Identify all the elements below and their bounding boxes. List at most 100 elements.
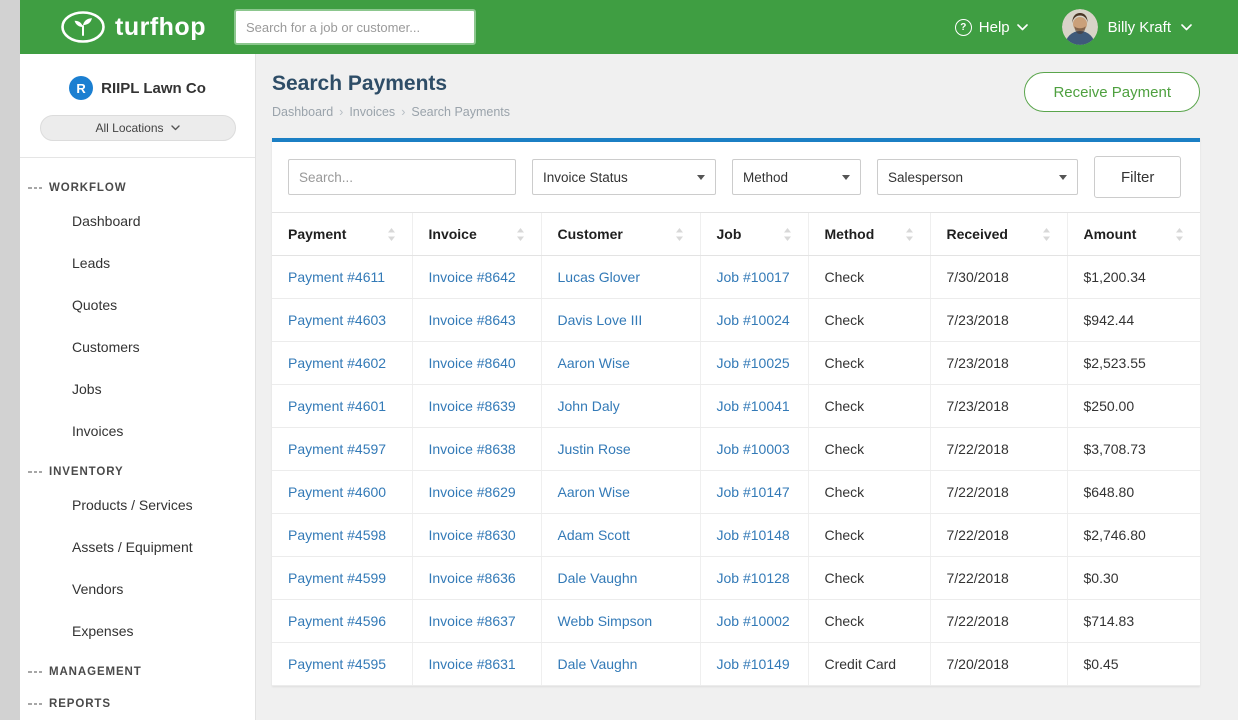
breadcrumb-dashboard[interactable]: Dashboard — [272, 105, 333, 119]
help-menu[interactable]: ? Help — [955, 19, 1028, 36]
invoice-link[interactable]: Invoice #8631 — [429, 656, 516, 672]
sidebar-item-assets-equipment[interactable]: Assets / Equipment — [20, 526, 255, 568]
job-link[interactable]: Job #10041 — [717, 398, 790, 414]
customer-link[interactable]: Dale Vaughn — [558, 656, 638, 672]
job-link[interactable]: Job #10147 — [717, 484, 790, 500]
customer-link[interactable]: Adam Scott — [558, 527, 630, 543]
received-cell: 7/23/2018 — [947, 312, 1009, 328]
invoice-link[interactable]: Invoice #8637 — [429, 613, 516, 629]
received-cell: 7/22/2018 — [947, 484, 1009, 500]
job-link[interactable]: Job #10149 — [717, 656, 790, 672]
breadcrumb: Dashboard › Invoices › Search Payments — [272, 105, 510, 119]
sidebar-item-dashboard[interactable]: Dashboard — [20, 200, 255, 242]
job-link[interactable]: Job #10024 — [717, 312, 790, 328]
received-cell: 7/23/2018 — [947, 398, 1009, 414]
invoice-link[interactable]: Invoice #8639 — [429, 398, 516, 414]
col-header-received[interactable]: Received — [930, 213, 1067, 256]
sidebar-item-jobs[interactable]: Jobs — [20, 368, 255, 410]
payment-link[interactable]: Payment #4603 — [288, 312, 386, 328]
nav-section-reports: REPORTS — [20, 684, 255, 716]
chevron-down-icon — [1017, 24, 1028, 31]
salesperson-select[interactable]: Salesperson — [877, 159, 1078, 195]
invoice-link[interactable]: Invoice #8630 — [429, 527, 516, 543]
sidebar-item-expenses[interactable]: Expenses — [20, 610, 255, 652]
topbar: turfhop ? Help — [20, 0, 1238, 54]
tree-dashes-icon — [28, 669, 42, 675]
user-name: Billy Kraft — [1108, 19, 1171, 36]
invoice-link[interactable]: Invoice #8629 — [429, 484, 516, 500]
job-link[interactable]: Job #10003 — [717, 441, 790, 457]
sort-icon — [1175, 228, 1184, 241]
method-cell: Check — [825, 269, 865, 285]
payments-card: Invoice Status Method Salesperson Filter — [272, 138, 1200, 686]
global-search-input[interactable] — [234, 9, 476, 45]
col-header-invoice[interactable]: Invoice — [412, 213, 541, 256]
table-search-input[interactable] — [288, 159, 516, 195]
tree-dashes-icon — [28, 469, 42, 475]
col-header-payment[interactable]: Payment — [272, 213, 412, 256]
sidebar-item-vendors[interactable]: Vendors — [20, 568, 255, 610]
payment-link[interactable]: Payment #4602 — [288, 355, 386, 371]
method-select[interactable]: Method — [732, 159, 861, 195]
customer-link[interactable]: Aaron Wise — [558, 484, 630, 500]
sidebar-item-customers[interactable]: Customers — [20, 326, 255, 368]
payment-link[interactable]: Payment #4600 — [288, 484, 386, 500]
logo[interactable]: turfhop — [60, 10, 206, 44]
sidebar-nav: WORKFLOW Dashboard Leads Quotes Customer… — [20, 158, 255, 716]
customer-link[interactable]: Justin Rose — [558, 441, 631, 457]
col-header-amount[interactable]: Amount — [1067, 213, 1200, 256]
app-root: turfhop ? Help — [20, 0, 1238, 720]
job-link[interactable]: Job #10017 — [717, 269, 790, 285]
job-link[interactable]: Job #10025 — [717, 355, 790, 371]
table-row: Payment #4601 Invoice #8639 John Daly Jo… — [272, 385, 1200, 428]
sort-icon — [516, 228, 525, 241]
customer-link[interactable]: Davis Love III — [558, 312, 643, 328]
main-content: Search Payments Dashboard › Invoices › S… — [256, 54, 1238, 720]
customer-link[interactable]: Lucas Glover — [558, 269, 640, 285]
sidebar-item-products-services[interactable]: Products / Services — [20, 484, 255, 526]
payments-table: Payment Invoice Customer Job Method Rece… — [272, 212, 1200, 686]
payment-link[interactable]: Payment #4598 — [288, 527, 386, 543]
payment-link[interactable]: Payment #4601 — [288, 398, 386, 414]
job-link[interactable]: Job #10128 — [717, 570, 790, 586]
invoice-link[interactable]: Invoice #8640 — [429, 355, 516, 371]
job-link[interactable]: Job #10148 — [717, 527, 790, 543]
customer-link[interactable]: Aaron Wise — [558, 355, 630, 371]
receive-payment-button[interactable]: Receive Payment — [1024, 72, 1200, 112]
invoice-status-select[interactable]: Invoice Status — [532, 159, 716, 195]
locations-selector[interactable]: All Locations — [40, 115, 236, 141]
invoice-link[interactable]: Invoice #8638 — [429, 441, 516, 457]
breadcrumb-invoices[interactable]: Invoices — [349, 105, 395, 119]
nav-section-workflow: WORKFLOW — [20, 168, 255, 200]
customer-link[interactable]: Dale Vaughn — [558, 570, 638, 586]
invoice-link[interactable]: Invoice #8642 — [429, 269, 516, 285]
payment-link[interactable]: Payment #4595 — [288, 656, 386, 672]
invoice-link[interactable]: Invoice #8636 — [429, 570, 516, 586]
chevron-down-icon — [171, 125, 180, 131]
sidebar-item-quotes[interactable]: Quotes — [20, 284, 255, 326]
payment-link[interactable]: Payment #4599 — [288, 570, 386, 586]
payment-link[interactable]: Payment #4596 — [288, 613, 386, 629]
sidebar-item-leads[interactable]: Leads — [20, 242, 255, 284]
user-menu[interactable]: Billy Kraft — [1062, 9, 1192, 45]
job-link[interactable]: Job #10002 — [717, 613, 790, 629]
table-row: Payment #4603 Invoice #8643 Davis Love I… — [272, 299, 1200, 342]
sidebar: R RIIPL Lawn Co All Locations WORKFLOW D… — [20, 54, 256, 720]
logo-text: turfhop — [115, 13, 206, 42]
col-header-job[interactable]: Job — [700, 213, 808, 256]
amount-cell: $714.83 — [1084, 613, 1135, 629]
chevron-down-icon — [1181, 24, 1192, 31]
amount-cell: $250.00 — [1084, 398, 1135, 414]
col-header-customer[interactable]: Customer — [541, 213, 700, 256]
received-cell: 7/22/2018 — [947, 613, 1009, 629]
topbar-right: ? Help — [955, 9, 1238, 45]
payment-link[interactable]: Payment #4597 — [288, 441, 386, 457]
payment-link[interactable]: Payment #4611 — [288, 269, 385, 285]
customer-link[interactable]: Webb Simpson — [558, 613, 653, 629]
invoice-link[interactable]: Invoice #8643 — [429, 312, 516, 328]
customer-link[interactable]: John Daly — [558, 398, 620, 414]
sidebar-item-invoices[interactable]: Invoices — [20, 410, 255, 452]
col-header-method[interactable]: Method — [808, 213, 930, 256]
table-row: Payment #4596 Invoice #8637 Webb Simpson… — [272, 600, 1200, 643]
filter-button[interactable]: Filter — [1094, 156, 1181, 198]
